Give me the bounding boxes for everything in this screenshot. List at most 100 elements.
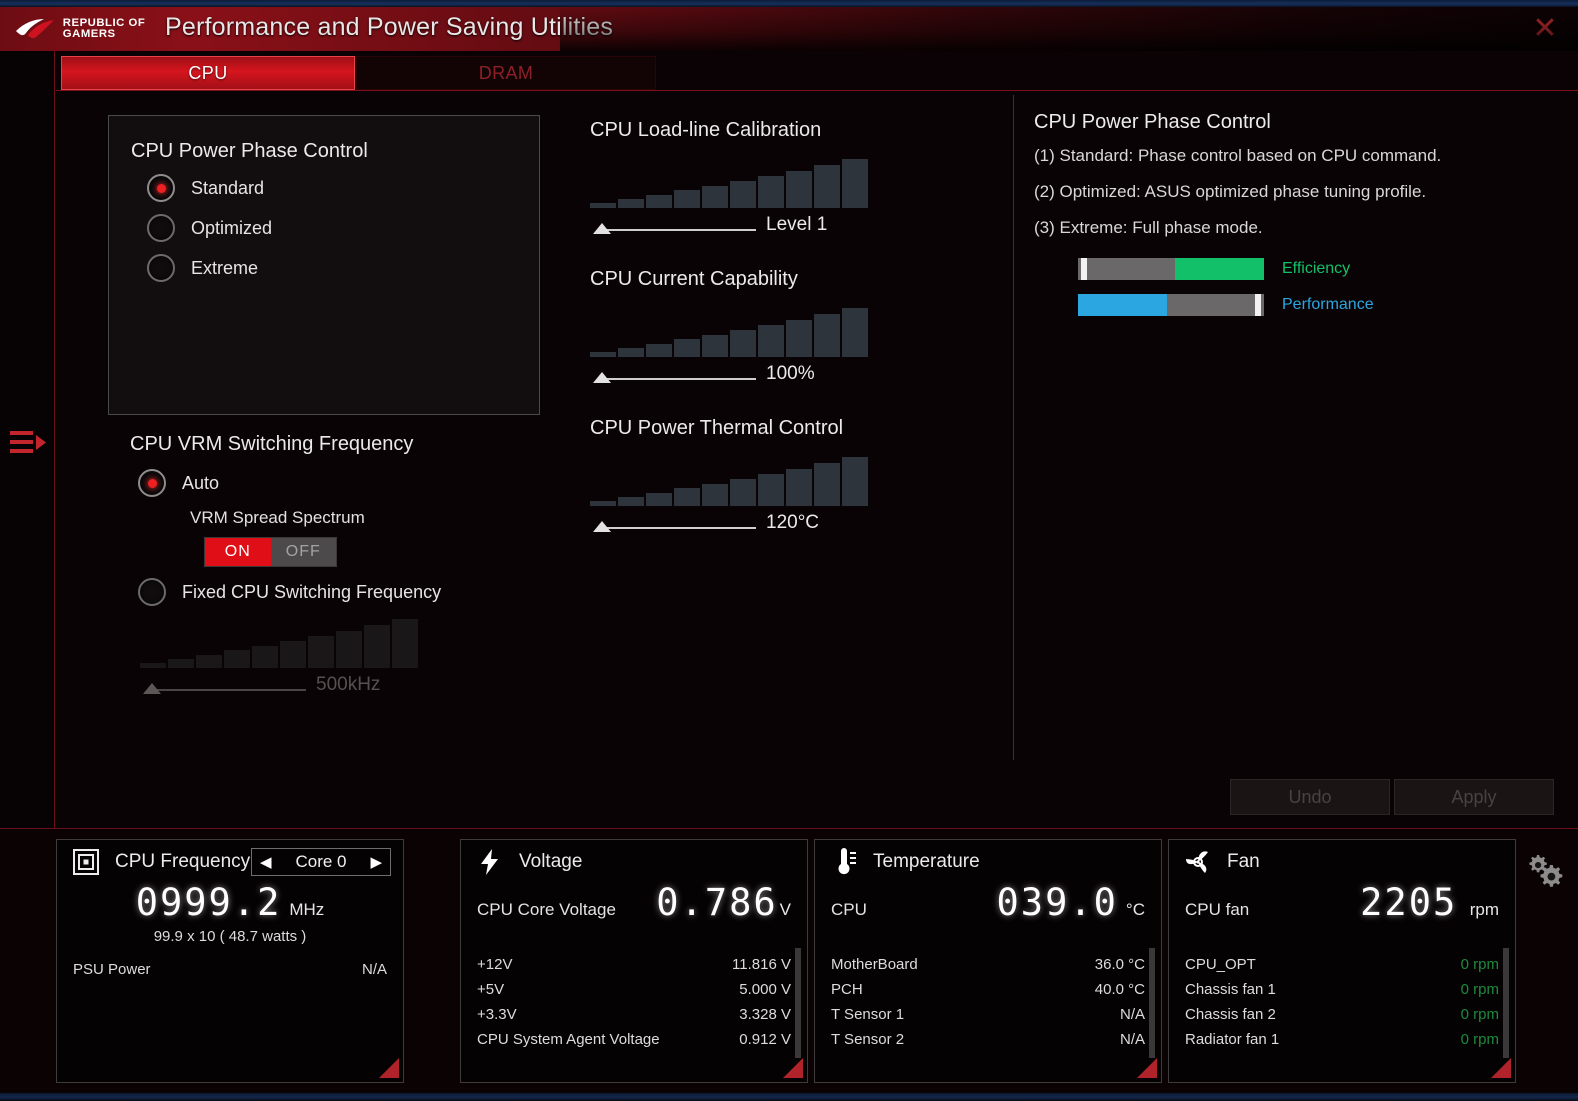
panel-voltage-header: Voltage xyxy=(461,840,807,884)
cpu-frequency-list: PSU Power N/A xyxy=(57,957,403,982)
help-line-3: (3) Extreme: Full phase mode. xyxy=(1034,218,1263,237)
rog-wordmark: REPUBLIC OF GAMERS xyxy=(62,17,145,40)
voltage-row-0-key: +12V xyxy=(477,956,513,973)
close-icon[interactable]: ✕ xyxy=(1526,11,1564,47)
radio-vrm-auto[interactable]: Auto xyxy=(138,469,219,497)
spread-spectrum-off[interactable]: OFF xyxy=(270,538,336,566)
panel-cpu-frequency: CPU Frequency ◀ Core 0 ▶ 0999.2 MHz 99.9… xyxy=(56,839,404,1083)
hamburger-menu-icon[interactable] xyxy=(8,426,48,460)
panel-fan: Fan CPU fan 2205 rpm CPU_OPT 0 rpm Chass… xyxy=(1168,839,1516,1083)
fan-primary-value: 2205 xyxy=(1360,881,1458,924)
tab-dram[interactable]: DRAM xyxy=(356,56,656,90)
radio-standard[interactable]: Standard xyxy=(147,174,264,202)
temperature-value-row: CPU 039.0 °C xyxy=(815,884,1161,928)
fan-row-2-key: Chassis fan 2 xyxy=(1185,1006,1276,1023)
radio-optimized-indicator xyxy=(147,214,175,242)
efficiency-meter xyxy=(1078,258,1264,280)
slider-row-load-line[interactable]: Level 1 xyxy=(590,214,871,240)
slider-load-line-calibration: CPU Load-line Calibration Level 1 xyxy=(590,119,871,240)
slider-row-fixed-frequency[interactable]: 500kHz xyxy=(140,674,421,700)
undo-button-label: Undo xyxy=(1288,786,1332,807)
slider-value-thermal: 120°C xyxy=(766,512,820,533)
list-item: CPU System Agent Voltage 0.912 V xyxy=(477,1027,791,1052)
tab-cpu[interactable]: CPU xyxy=(61,56,355,90)
cpu-frequency-sub: 99.9 x 10 ( 48.7 watts ) xyxy=(153,928,307,945)
radio-extreme[interactable]: Extreme xyxy=(147,254,258,282)
radio-extreme-indicator xyxy=(147,254,175,282)
panel-cpu-frequency-header: CPU Frequency ◀ Core 0 ▶ xyxy=(57,840,403,884)
spread-spectrum-label: VRM Spread Spectrum xyxy=(190,508,365,527)
list-item: T Sensor 1 N/A xyxy=(831,1002,1145,1027)
temperature-list: MotherBoard 36.0 °C PCH 40.0 °C T Sensor… xyxy=(815,952,1161,1052)
slider-track-fixed-frequency xyxy=(154,689,306,691)
apply-button-label: Apply xyxy=(1451,786,1497,807)
fan-row-3-key: Radiator fan 1 xyxy=(1185,1031,1280,1048)
undo-button[interactable]: Undo xyxy=(1230,779,1390,815)
vrm-title: CPU VRM Switching Frequency xyxy=(130,433,414,455)
apply-button[interactable]: Apply xyxy=(1394,779,1554,815)
panel-fan-header: Fan xyxy=(1169,840,1515,884)
rog-logo: REPUBLIC OF GAMERS xyxy=(14,14,156,44)
voltage-list: +12V 11.816 V +5V 5.000 V +3.3V 3.328 V … xyxy=(461,952,807,1052)
list-item: Radiator fan 1 0 rpm xyxy=(1185,1027,1499,1052)
fan-row-0-value: 0 rpm xyxy=(1460,956,1499,973)
slider-row-current-capability[interactable]: 100% xyxy=(590,363,871,389)
voltage-row-1-key: +5V xyxy=(477,981,505,998)
gears-icon[interactable] xyxy=(1524,851,1566,889)
slider-thumb-load-line[interactable] xyxy=(593,223,611,234)
thermometer-icon xyxy=(838,848,856,875)
list-item: +5V 5.000 V xyxy=(477,977,791,1002)
temperature-row-0-value: 36.0 °C xyxy=(1094,956,1145,973)
radio-optimized[interactable]: Optimized xyxy=(147,214,272,242)
bottom-accent-strip xyxy=(0,1093,1578,1101)
list-item: Chassis fan 1 0 rpm xyxy=(1185,977,1499,1002)
panel-temperature-title: Temperature xyxy=(873,851,980,872)
slider-thumb-thermal[interactable] xyxy=(593,521,611,532)
slider-thumb-current-capability[interactable] xyxy=(593,372,611,383)
fan-scrollbar[interactable] xyxy=(1503,948,1509,1058)
slider-track-load-line xyxy=(604,229,756,231)
radio-standard-label: Standard xyxy=(191,177,265,198)
tab-cpu-label: CPU xyxy=(188,62,228,83)
ramp-bars-fixed-frequency xyxy=(140,619,418,668)
radio-vrm-fixed[interactable]: Fixed CPU Switching Frequency xyxy=(138,578,441,606)
voltage-scrollbar[interactable] xyxy=(795,948,801,1058)
radio-optimized-label: Optimized xyxy=(191,217,273,238)
temperature-row-3-key: T Sensor 2 xyxy=(831,1031,905,1048)
rog-line-2: GAMERS xyxy=(62,28,116,40)
rog-eye-icon xyxy=(16,19,54,39)
hamburger-menu-glyph xyxy=(10,431,46,453)
core-selector[interactable]: ◀ Core 0 ▶ xyxy=(251,848,391,876)
arrow-left-icon[interactable]: ◀ xyxy=(260,853,272,871)
performance-meter xyxy=(1078,294,1264,316)
list-item: PSU Power N/A xyxy=(73,957,387,982)
gears-glyph xyxy=(1529,855,1563,887)
slider-thumb-fixed-frequency[interactable] xyxy=(143,683,161,694)
fan-row-1-value: 0 rpm xyxy=(1460,981,1499,998)
temperature-scrollbar[interactable] xyxy=(1149,948,1155,1058)
performance-meter-label: Performance xyxy=(1282,296,1374,313)
fan-row-0-key: CPU_OPT xyxy=(1185,956,1256,973)
radio-extreme-label: Extreme xyxy=(191,257,259,278)
tab-dram-label: DRAM xyxy=(478,62,534,83)
voltage-row-2-key: +3.3V xyxy=(477,1006,517,1023)
spread-spectrum-on[interactable]: ON xyxy=(205,538,271,566)
temperature-row-1-key: PCH xyxy=(831,981,863,998)
tab-bar: CPU DRAM xyxy=(56,51,1578,91)
list-item: MotherBoard 36.0 °C xyxy=(831,952,1145,977)
voltage-primary-label: CPU Core Voltage xyxy=(477,900,616,919)
slider-title-thermal: CPU Power Thermal Control xyxy=(590,417,844,439)
panel-temperature-header: Temperature xyxy=(815,840,1161,884)
temperature-row-0-key: MotherBoard xyxy=(831,956,918,973)
power-phase-groupbox: CPU Power Phase Control Standard Optimiz… xyxy=(108,115,540,415)
voltage-primary-value: 0.786 xyxy=(656,881,778,924)
psu-power-value: N/A xyxy=(361,961,387,978)
slider-row-thermal[interactable]: 120°C xyxy=(590,512,871,538)
temperature-row-1-value: 40.0 °C xyxy=(1094,981,1145,998)
psu-power-key: PSU Power xyxy=(73,961,151,978)
lightning-bolt-icon xyxy=(481,849,498,875)
arrow-right-icon[interactable]: ▶ xyxy=(370,853,382,871)
core-selector-value: Core 0 xyxy=(295,852,347,871)
panel-voltage-title: Voltage xyxy=(519,851,583,872)
spread-spectrum-toggle[interactable]: ON OFF xyxy=(204,537,337,567)
